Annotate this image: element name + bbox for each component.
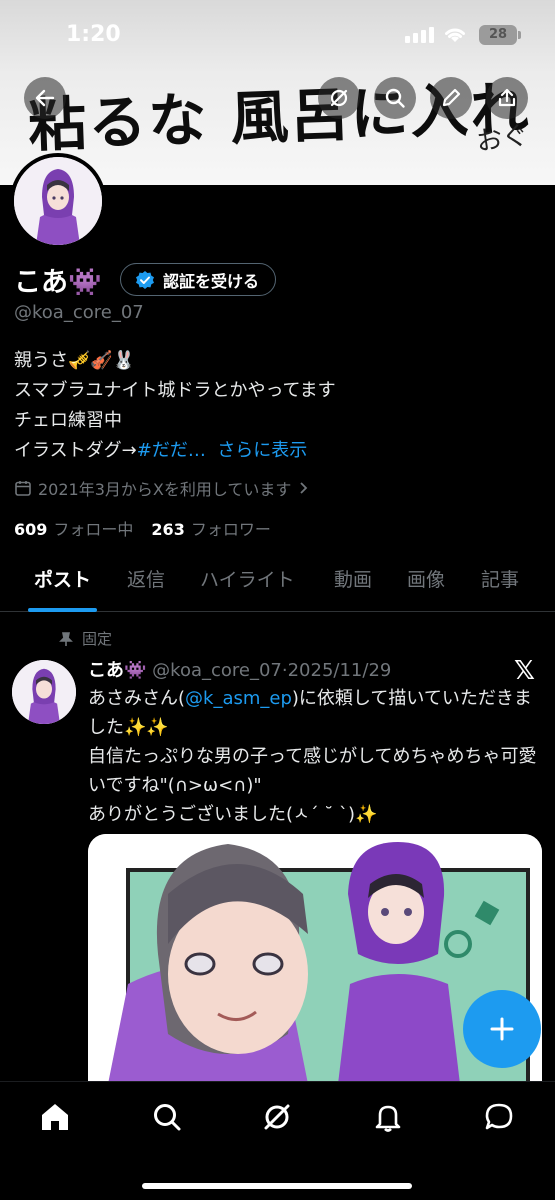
bio-line: イラストダグ→#だだ… さらに表示 xyxy=(14,436,336,466)
share-icon xyxy=(498,88,516,107)
home-icon[interactable] xyxy=(38,1100,72,1134)
banner-signature: おぐ xyxy=(474,120,531,158)
battery-indicator: 28 xyxy=(479,25,521,45)
profile-bio: 親うさ🎺🎻🐰 スマブラユナイト城ドラとかやってます チェロ練習中 イラストダグ→… xyxy=(14,346,336,466)
profile-handle: @koa_core_07 xyxy=(14,302,144,323)
pinned-label: 固定 xyxy=(82,630,113,648)
bio-line: チェロ練習中 xyxy=(14,410,122,431)
joined-date-row[interactable]: 2021年3月からXを利用しています xyxy=(14,476,309,500)
followers-count: 263 xyxy=(151,520,185,539)
following-label: フォロー中 xyxy=(53,520,134,539)
edit-icon xyxy=(442,88,461,107)
post-author-avatar[interactable] xyxy=(12,660,76,724)
tab-replies[interactable]: 返信 xyxy=(127,556,165,612)
avatar-illustration xyxy=(12,660,76,724)
bio-text: イラストダグ→ xyxy=(14,440,137,461)
signal-icon xyxy=(405,27,434,43)
search-icon xyxy=(385,88,405,108)
tab-videos[interactable]: 動画 xyxy=(334,556,372,612)
followers-label: フォロワー xyxy=(190,520,271,539)
edit-profile-button[interactable] xyxy=(430,77,472,119)
joined-text: 2021年3月からXを利用しています xyxy=(38,480,292,499)
status-bar: 1:20 28 xyxy=(0,0,555,72)
tab-images[interactable]: 画像 xyxy=(407,556,445,612)
back-button[interactable] xyxy=(24,77,66,119)
following-link[interactable]: 609 フォロー中 xyxy=(14,516,133,540)
share-button[interactable] xyxy=(486,77,528,119)
bio-line: スマブラユナイト城ドラとかやってます xyxy=(14,380,336,401)
home-indicator xyxy=(142,1183,412,1189)
show-more-link[interactable]: さらに表示 xyxy=(217,440,307,461)
avatar-illustration xyxy=(14,157,102,245)
wifi-icon xyxy=(445,28,465,42)
following-count: 609 xyxy=(14,520,48,539)
post-text: あさみさん(@k_asm_ep)に依頼して描いていただきました✨✨ 自信たっぷり… xyxy=(88,684,538,829)
tab-highlights[interactable]: ハイライト xyxy=(200,556,295,612)
post-text-line: ありがとうございました(ㅅ´ ˘ `)✨ xyxy=(88,804,378,825)
chevron-right-icon xyxy=(300,482,308,494)
mention-link[interactable]: @k_asm_ep xyxy=(185,688,292,709)
bio-line: 親うさ🎺🎻🐰 xyxy=(14,350,136,371)
follow-stats: 609 フォロー中 263 フォロワー xyxy=(14,516,271,540)
compose-post-button[interactable] xyxy=(463,990,541,1068)
search-button[interactable] xyxy=(374,77,416,119)
calendar-icon xyxy=(15,481,31,496)
tab-posts[interactable]: ポスト xyxy=(27,556,98,612)
verified-badge-icon xyxy=(136,270,154,289)
verify-label: 認証を受ける xyxy=(163,271,260,291)
post-handle-date[interactable]: @koa_core_07·2025/11/29 xyxy=(152,660,391,681)
bio-hashtag-link[interactable]: #だだ… xyxy=(137,440,206,461)
notifications-icon[interactable] xyxy=(371,1100,405,1134)
tab-articles[interactable]: 記事 xyxy=(481,556,519,612)
messages-icon[interactable] xyxy=(482,1100,516,1134)
pinned-indicator: 固定 xyxy=(58,628,112,649)
followers-link[interactable]: 263 フォロワー xyxy=(151,516,270,540)
grok-button[interactable] xyxy=(318,77,360,119)
post-text-line: 自信たっぷりな男の子って感じがしてめちゃめちゃ可愛いですね"(∩>ω<∩)" xyxy=(88,746,537,796)
post-author-name[interactable]: こあ👾 xyxy=(88,660,146,681)
pin-icon xyxy=(59,631,73,646)
status-time: 1:20 xyxy=(66,22,121,47)
grok-icon xyxy=(330,89,348,107)
post-header: こあ👾 @koa_core_07·2025/11/29 xyxy=(88,656,391,682)
x-logo-icon: 𝕏 xyxy=(514,656,535,686)
get-verified-button[interactable]: 認証を受ける xyxy=(120,263,277,296)
profile-avatar[interactable] xyxy=(10,153,106,249)
back-icon xyxy=(35,89,55,107)
profile-name: こあ👾 xyxy=(14,267,102,298)
grok-icon[interactable] xyxy=(260,1100,294,1134)
post-text-part: あさみさん( xyxy=(88,688,186,709)
search-icon[interactable] xyxy=(150,1100,184,1134)
plus-icon xyxy=(490,1017,514,1041)
profile-tabs: ポスト 返信 ハイライト 動画 画像 記事 xyxy=(0,556,555,612)
